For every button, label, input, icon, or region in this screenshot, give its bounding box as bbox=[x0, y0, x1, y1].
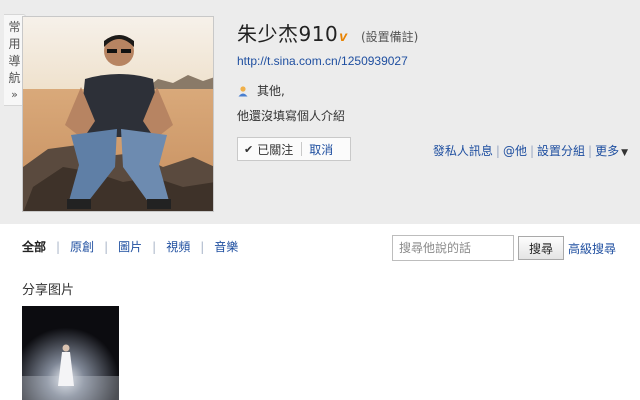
following-status: ✔ 已關注 bbox=[238, 141, 301, 158]
advanced-search-link[interactable]: 高級搜尋 bbox=[568, 240, 616, 257]
avatar-photo bbox=[23, 17, 213, 211]
tab-all[interactable]: 全部 bbox=[22, 238, 46, 255]
profile-actions: 發私人訊息 | @他 | 設置分組 | 更多 ▼ bbox=[433, 142, 628, 159]
following-label: 已關注 bbox=[257, 142, 294, 157]
action-separator: | bbox=[529, 143, 534, 158]
caret-down-icon: ▼ bbox=[621, 148, 628, 158]
tab-images[interactable]: 圖片 bbox=[118, 238, 142, 255]
profile-name: 朱少杰910 bbox=[237, 22, 339, 46]
side-nav-char: 航 bbox=[8, 71, 21, 85]
unfollow-button[interactable]: 取消 bbox=[302, 141, 333, 158]
more-label: 更多 bbox=[595, 144, 620, 158]
tab-music[interactable]: 音樂 bbox=[214, 238, 238, 255]
verified-badge-icon: v bbox=[339, 28, 347, 44]
more-menu[interactable]: 更多 ▼ bbox=[595, 142, 628, 159]
tab-separator: | bbox=[152, 239, 157, 254]
search-input[interactable] bbox=[392, 235, 514, 261]
action-separator: | bbox=[495, 143, 500, 158]
mention-link[interactable]: @他 bbox=[503, 142, 527, 159]
send-private-message-link[interactable]: 發私人訊息 bbox=[433, 142, 493, 159]
tab-original[interactable]: 原創 bbox=[70, 238, 94, 255]
feed-filter-tabs: 全部 | 原創 | 圖片 | 視頻 | 音樂 bbox=[22, 238, 238, 255]
check-icon: ✔ bbox=[244, 142, 254, 156]
side-nav-char: 用 bbox=[8, 37, 21, 51]
profile-name-row: 朱少杰910 v (設置備註) bbox=[237, 18, 418, 47]
shared-image bbox=[22, 306, 119, 400]
avatar[interactable] bbox=[22, 16, 214, 212]
tab-separator: | bbox=[200, 239, 205, 254]
expand-arrows-icon: » bbox=[11, 88, 18, 101]
profile-url-link[interactable]: http://t.sina.com.cn/1250939027 bbox=[237, 54, 408, 68]
set-group-link[interactable]: 設置分組 bbox=[537, 142, 585, 159]
side-nav-char: 導 bbox=[8, 54, 21, 68]
follow-status-box: ✔ 已關注 取消 bbox=[237, 137, 351, 161]
user-location-icon bbox=[238, 85, 248, 96]
bio-text: 他還沒填寫個人介紹 bbox=[237, 109, 346, 123]
set-remark-link[interactable]: (設置備註) bbox=[361, 28, 418, 45]
side-nav-char: 常 bbox=[8, 20, 21, 34]
location-text: 其他, bbox=[257, 84, 285, 98]
tab-separator: | bbox=[56, 239, 61, 254]
search-button[interactable]: 搜尋 bbox=[518, 236, 564, 260]
action-separator: | bbox=[588, 143, 593, 158]
tab-videos[interactable]: 視頻 bbox=[166, 238, 190, 255]
section-title: 分享图片 bbox=[22, 283, 75, 298]
tab-separator: | bbox=[104, 239, 109, 254]
shared-image-thumbnail[interactable] bbox=[22, 306, 119, 400]
location-row: 其他, bbox=[237, 82, 285, 99]
